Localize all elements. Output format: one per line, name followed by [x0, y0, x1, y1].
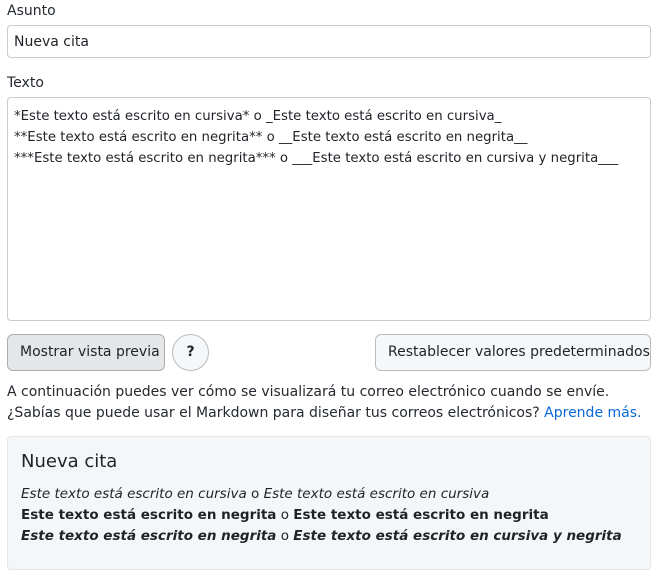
- info-text: A continuación puedes ver cómo se visual…: [7, 384, 610, 421]
- preview-separator: o: [246, 486, 264, 502]
- markdown-info-text: A continuación puedes ver cómo se visual…: [7, 382, 647, 424]
- text-label: Texto: [7, 75, 44, 91]
- preview-title: Nueva cita: [21, 451, 118, 472]
- preview-bold-a: Este texto está escrito en negrita: [21, 507, 277, 523]
- preview-separator: o: [276, 528, 294, 544]
- subject-input[interactable]: [7, 25, 651, 58]
- preview-line-bold: Este texto está escrito en negrita o Est…: [21, 505, 549, 526]
- subject-label: Asunto: [7, 3, 56, 19]
- preview-bold-italic-a: Este texto está escrito en negrita: [21, 528, 277, 544]
- preview-italic-a: Este texto está escrito en cursiva: [21, 486, 247, 502]
- email-preview: Nueva cita Este texto está escrito en cu…: [7, 436, 651, 570]
- body-textarea[interactable]: *Este texto está escrito en cursiva* o _…: [7, 97, 651, 321]
- learn-more-link[interactable]: Aprende más.: [544, 405, 641, 421]
- help-button[interactable]: ?: [172, 334, 209, 371]
- preview-italic-b: Este texto está escrito en cursiva: [263, 486, 490, 502]
- preview-bold-b: Este texto está escrito en negrita: [293, 507, 549, 523]
- preview-line-bold-italic: Este texto está escrito en negrita o Est…: [21, 526, 622, 547]
- preview-separator: o: [276, 507, 294, 523]
- reset-defaults-button[interactable]: Restablecer valores predeterminados: [375, 334, 651, 371]
- preview-bold-italic-b: Este texto está escrito en cursiva y neg…: [293, 528, 622, 544]
- show-preview-button[interactable]: Mostrar vista previa: [7, 334, 165, 371]
- preview-line-italic: Este texto está escrito en cursiva o Est…: [21, 484, 489, 505]
